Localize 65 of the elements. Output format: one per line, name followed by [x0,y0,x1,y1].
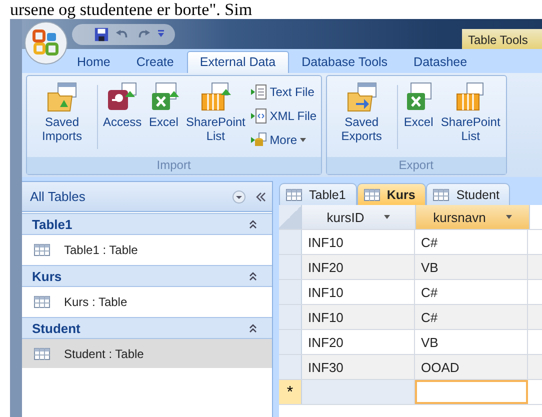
table-icon [364,188,380,200]
table-cell: INF10 [302,305,415,329]
pane-title: All Tables [30,189,86,204]
group-label: Import [27,157,321,174]
dropdown-icon[interactable] [232,190,246,204]
active-cell[interactable] [415,380,528,404]
table-cell: C# [415,280,528,304]
column-header[interactable]: kursnavn [416,205,530,229]
collapse-chevron-icon[interactable] [248,219,258,229]
caret-icon[interactable] [506,215,512,219]
customize-caret-icon[interactable] [157,29,165,39]
database-icon [250,132,267,148]
ribbon-button[interactable]: Access [100,79,145,131]
document-text: ursene og studentene er borte". Sim [9,0,254,19]
table-icon [433,188,450,200]
document-icon [250,84,267,100]
ribbon-tab[interactable]: Database Tools [288,51,401,73]
caret-icon[interactable] [384,215,390,219]
folder-table-icon [46,81,78,113]
ribbon-tab[interactable]: External Data [186,51,289,73]
collapse-icon[interactable] [254,190,268,204]
table-icon [34,348,50,360]
navigation-item[interactable]: Student : Table [22,339,272,368]
table-icon [34,244,50,256]
navigation-item[interactable]: Table1 : Table [22,235,272,264]
document-tab[interactable]: Table1 [279,183,357,205]
save-icon[interactable] [94,26,109,42]
ribbon-button[interactable]: Text File [248,81,319,103]
document-tab[interactable]: Kurs [356,183,426,205]
group-label: Export [326,157,506,174]
table-cell: INF20 [302,330,415,354]
document-tab[interactable]: Student [426,183,510,205]
column-header[interactable]: kursID [302,205,416,229]
table-cell: OOAD [415,355,528,379]
ribbon-button[interactable]: Excel [400,79,438,131]
table-cell: INF30 [302,355,415,379]
table-cell: C# [415,230,528,254]
ribbon-button[interactable]: More [248,129,319,151]
table-cell: INF10 [302,230,415,254]
table-cell: INF20 [302,255,415,279]
key-table-icon [106,81,138,113]
collapse-chevron-icon[interactable] [248,271,258,281]
table-cell: INF10 [302,280,415,304]
table-icon [34,296,50,308]
context-tab-label: Table Tools [462,29,542,49]
list-table-icon [200,81,232,113]
navigation-item[interactable]: Kurs : Table [22,287,272,316]
table-cell: VB [415,330,528,354]
ribbon-button[interactable]: Excel [144,79,183,131]
table-cell[interactable] [302,380,415,404]
new-record-marker: * [279,380,302,404]
ribbon-button[interactable]: XML File [248,105,319,127]
ribbon-button[interactable]: Saved Exports [328,79,395,145]
ribbon-tab[interactable]: Create [123,51,187,73]
folder-table-icon [346,81,378,113]
ribbon-tab[interactable]: Datashee [400,51,480,73]
ribbon-tab[interactable]: Home [64,51,124,73]
table-cell: C# [415,305,528,329]
ribbon-button[interactable]: SharePoint List [182,79,249,145]
table-icon [286,188,302,200]
document-icon [250,108,267,124]
collapse-chevron-icon[interactable] [248,323,258,333]
ribbon-button[interactable]: Saved Imports [29,79,95,145]
ribbon-button[interactable]: SharePoint List [438,79,504,145]
table-cell: VB [415,255,528,279]
